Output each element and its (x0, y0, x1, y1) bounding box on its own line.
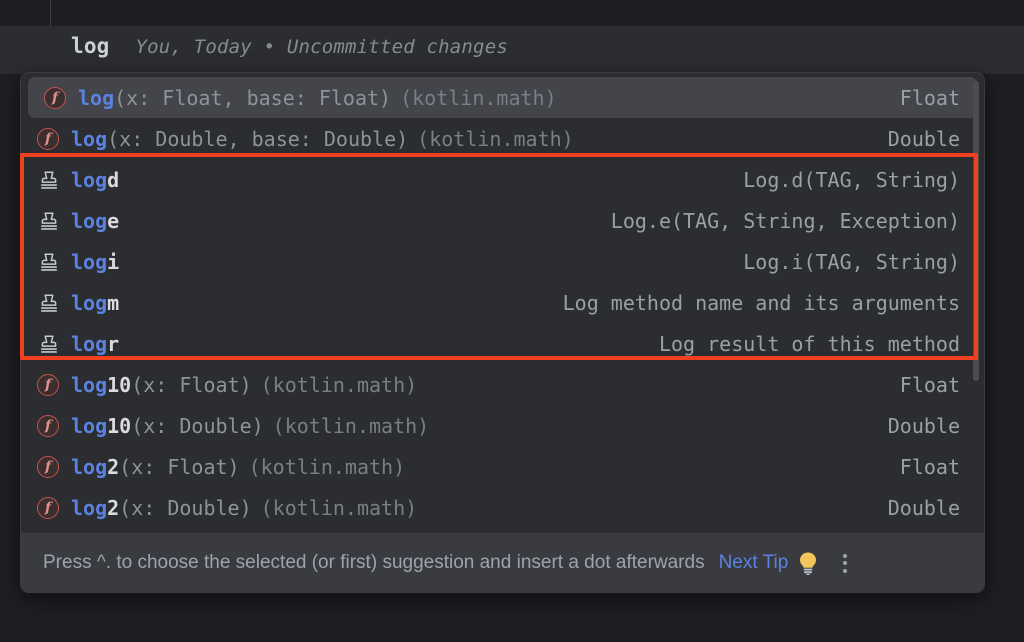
completion-item-label: log(x: Float, base: Float) (kotlin.math) (78, 86, 557, 110)
name-remainder: d (107, 168, 119, 192)
matched-prefix: log (71, 209, 107, 233)
signature: (x: Double, base: Double) (107, 127, 408, 151)
name-remainder: 10 (107, 414, 131, 438)
git-blame-annotation[interactable]: You, Today • Uncommitted changes (136, 36, 508, 58)
completion-item-type: Float (900, 86, 977, 110)
signature: (x: Double) (119, 496, 251, 520)
name-remainder: 2 (107, 455, 119, 479)
completion-item[interactable]: flog(x: Double, base: Double) (kotlin.mat… (21, 118, 984, 159)
tip-text: Press ^. to choose the selected (or firs… (43, 552, 705, 574)
matched-prefix: log (78, 86, 114, 110)
completion-item-label: logi (71, 250, 119, 274)
live-template-stamp-icon (37, 167, 65, 193)
completion-item-type: Log method name and its arguments (563, 291, 984, 315)
completion-item[interactable]: logm Log method name and its arguments (21, 282, 984, 323)
package-label: (kotlin.math) (400, 86, 557, 110)
matched-prefix: log (71, 496, 107, 520)
completion-item-label: log10(x: Double) (kotlin.math) (71, 414, 429, 438)
completion-item[interactable]: flog(x: Float, base: Float) (kotlin.math)… (28, 77, 977, 118)
completion-item-type: Double (888, 127, 984, 151)
name-remainder: e (107, 209, 119, 233)
kebab-dot (843, 569, 847, 573)
symbol-name: log (71, 34, 110, 58)
kebab-dot (843, 561, 847, 565)
package-label: (kotlin.math) (249, 455, 406, 479)
completion-item[interactable]: flog10(x: Float) (kotlin.math) Float (21, 364, 984, 405)
completion-item[interactable]: flog2(x: Float) (kotlin.math) Float (21, 446, 984, 487)
kebab-dot (843, 554, 847, 558)
signature: (x: Float) (131, 373, 251, 397)
screen: log You, Today • Uncommitted changes flo… (0, 0, 1024, 642)
completion-item-label: logr (71, 332, 119, 356)
function-icon: f (37, 495, 65, 521)
matched-prefix: log (71, 455, 107, 479)
function-icon: f (44, 85, 72, 111)
completion-item-label: log2(x: Float) (kotlin.math) (71, 455, 405, 479)
name-remainder: 2 (107, 496, 119, 520)
completion-item[interactable]: flog10(x: Double) (kotlin.math) Double (21, 405, 984, 446)
lightbulb-icon (797, 551, 819, 575)
completion-item[interactable]: flog2(x: Double) (kotlin.math) Double (21, 487, 984, 528)
package-label: (kotlin.math) (417, 127, 574, 151)
next-tip-link[interactable]: Next Tip (719, 552, 789, 574)
matched-prefix: log (71, 414, 107, 438)
matched-prefix: log (71, 250, 107, 274)
matched-prefix: log (71, 168, 107, 192)
tip-bar: Press ^. to choose the selected (or firs… (21, 533, 984, 592)
kebab-menu-icon[interactable] (835, 551, 855, 575)
completion-item-type: Float (900, 373, 984, 397)
completion-item[interactable]: loge Log.e(TAG, String, Exception) (21, 200, 984, 241)
function-icon: f (37, 126, 65, 152)
completion-item-type: Log.i(TAG, String) (743, 250, 984, 274)
completion-item-type: Log result of this method (659, 332, 984, 356)
completion-item-label: log2(x: Double) (kotlin.math) (71, 496, 417, 520)
completion-item-label: logm (71, 291, 119, 315)
package-label: (kotlin.math) (273, 414, 430, 438)
signature: (x: Double) (131, 414, 263, 438)
completion-item-label: log10(x: Float) (kotlin.math) (71, 373, 417, 397)
completion-item-type: Float (900, 455, 984, 479)
editor-background (0, 0, 1024, 26)
completion-item-type: Double (888, 414, 984, 438)
package-label: (kotlin.math) (261, 373, 418, 397)
function-icon: f (37, 372, 65, 398)
completion-item[interactable]: logi Log.i(TAG, String) (21, 241, 984, 282)
completion-item-type: Log.e(TAG, String, Exception) (611, 209, 984, 233)
live-template-stamp-icon (37, 290, 65, 316)
completion-item-type: Log.d(TAG, String) (743, 168, 984, 192)
function-icon: f (37, 413, 65, 439)
scrollbar-thumb[interactable] (973, 81, 979, 381)
name-remainder: i (107, 250, 119, 274)
function-icon: f (37, 454, 65, 480)
live-template-stamp-icon (37, 208, 65, 234)
completion-item-type: Double (888, 496, 984, 520)
code-vision-content: log You, Today • Uncommitted changes (71, 34, 508, 58)
name-remainder: m (107, 291, 119, 315)
matched-prefix: log (71, 332, 107, 356)
scrollbar-track[interactable] (974, 75, 982, 531)
live-template-stamp-icon (37, 331, 65, 357)
completion-item-label: loge (71, 209, 119, 233)
package-label: (kotlin.math) (261, 496, 418, 520)
completion-item-label: logd (71, 168, 119, 192)
signature: (x: Float, base: Float) (114, 86, 391, 110)
completion-item-label: log(x: Double, base: Double) (kotlin.math… (71, 127, 574, 151)
live-template-stamp-icon (37, 249, 65, 275)
signature: (x: Float) (119, 455, 239, 479)
code-completion-popup: flog(x: Float, base: Float)(kotlin.math)… (20, 72, 985, 593)
completion-item[interactable]: logr Log result of this method (21, 323, 984, 364)
name-remainder: r (107, 332, 119, 356)
completion-item[interactable]: logd Log.d(TAG, String) (21, 159, 984, 200)
matched-prefix: log (71, 373, 107, 397)
name-remainder: 10 (107, 373, 131, 397)
matched-prefix: log (71, 127, 107, 151)
matched-prefix: log (71, 291, 107, 315)
completion-list[interactable]: flog(x: Float, base: Float)(kotlin.math)… (21, 73, 984, 533)
